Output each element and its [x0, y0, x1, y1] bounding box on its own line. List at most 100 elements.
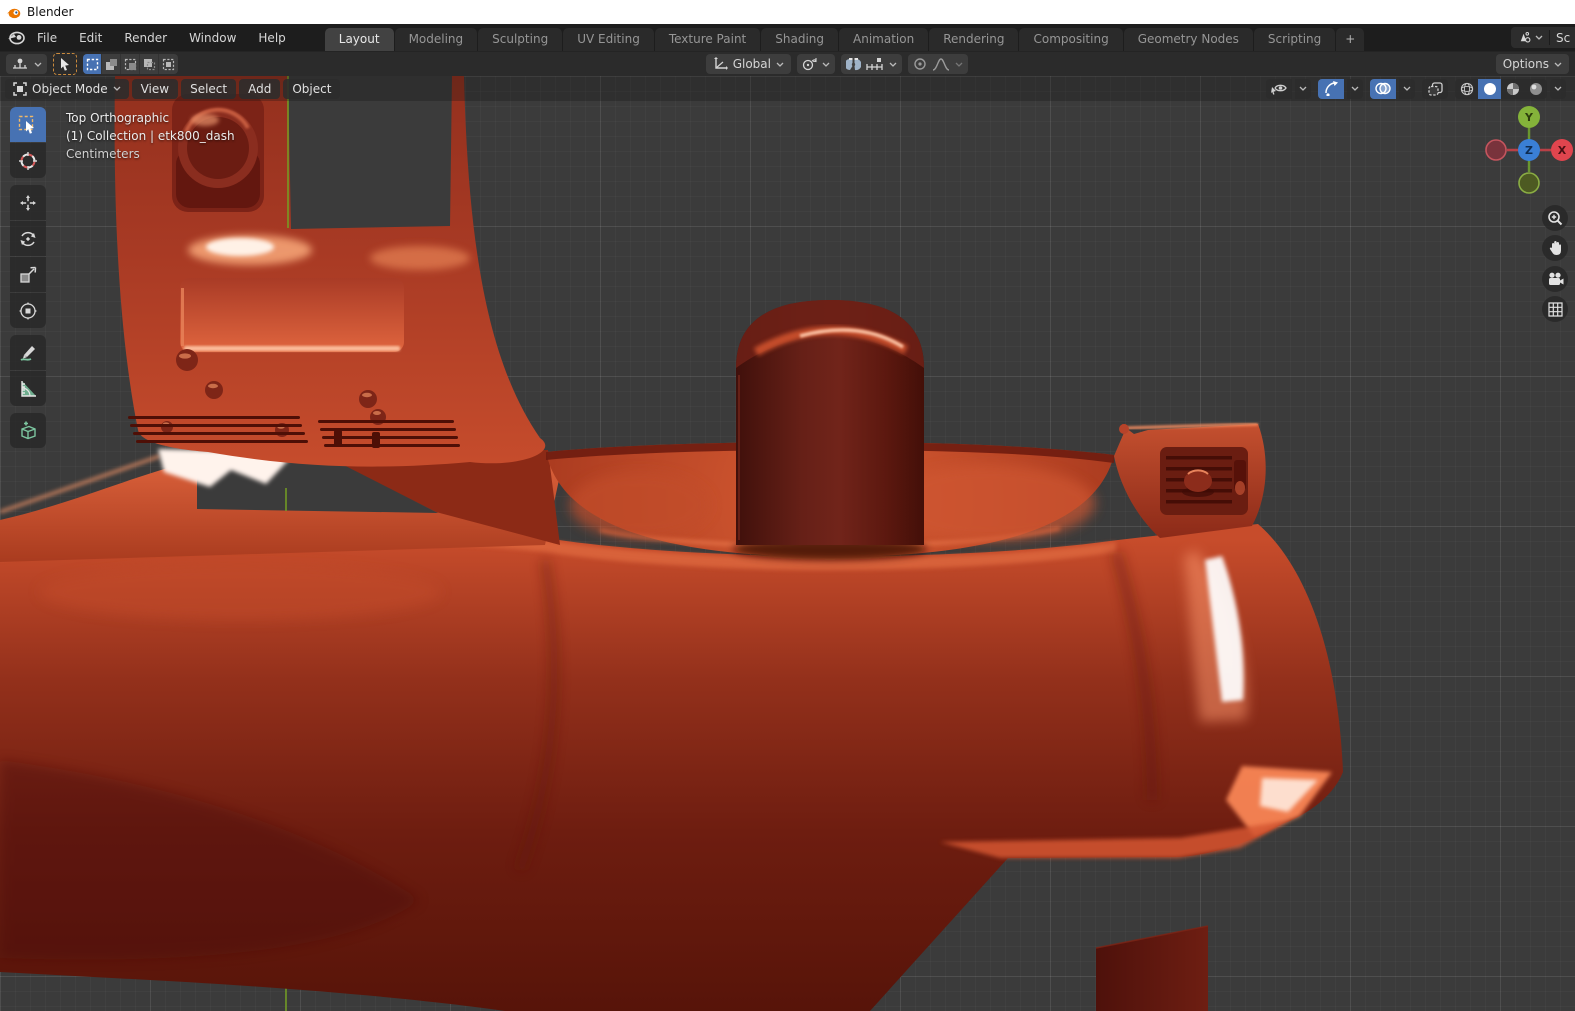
editor-type-selector[interactable]: [6, 54, 47, 74]
active-tool-select-box[interactable]: [53, 53, 77, 75]
scene-selector[interactable]: Sc: [1511, 27, 1575, 48]
viewport-menu-object[interactable]: Object: [283, 78, 341, 99]
gizmo-axis-x-negative[interactable]: [1485, 139, 1507, 161]
shading-material-preview-button[interactable]: [1501, 78, 1524, 99]
rotate-icon: [20, 231, 36, 246]
overlays-dropdown[interactable]: [1399, 78, 1415, 99]
viewport-menu-select[interactable]: Select: [181, 78, 237, 99]
select-mode-group: [83, 54, 178, 74]
tab-animation[interactable]: Animation: [839, 28, 929, 51]
gizmo-icon: [1324, 81, 1338, 96]
gizmo-dropdown[interactable]: [1347, 78, 1363, 99]
tab-shading[interactable]: Shading: [761, 28, 838, 51]
shading-solid-button[interactable]: [1478, 78, 1501, 99]
camera-view-button[interactable]: [1542, 266, 1568, 292]
tool-transform[interactable]: [10, 293, 46, 328]
select-mode-subtract[interactable]: [121, 54, 140, 74]
tab-texture-paint[interactable]: Texture Paint: [654, 28, 761, 51]
menu-help[interactable]: Help: [247, 28, 296, 48]
toggle-orthographic-button[interactable]: [1542, 296, 1568, 322]
viewport-info-overlay: Top Orthographic (1) Collection | etk800…: [66, 109, 235, 163]
magnifier-plus-icon: [1548, 211, 1563, 226]
solid-shading-icon: [1483, 82, 1496, 95]
select-mode-extend[interactable]: [102, 54, 121, 74]
tab-modeling[interactable]: Modeling: [394, 28, 478, 51]
menu-render[interactable]: Render: [113, 28, 178, 48]
tab-uv-editing[interactable]: UV Editing: [563, 28, 654, 51]
tab-layout[interactable]: Layout: [324, 28, 394, 51]
tool-add-cube[interactable]: [10, 413, 46, 448]
tool-move[interactable]: [10, 185, 46, 220]
object-type-visibility-button[interactable]: [1266, 78, 1292, 99]
chevron-down-icon: [955, 62, 963, 67]
snap-increment-icon: [866, 57, 883, 70]
3d-viewport[interactable]: Object Mode View Select Add Object Top O…: [0, 76, 1575, 1011]
menu-window[interactable]: Window: [178, 28, 247, 48]
dashboard-body-mesh[interactable]: [0, 524, 1343, 1011]
chevron-down-icon: [776, 62, 784, 67]
tab-compositing[interactable]: Compositing: [1019, 28, 1123, 51]
select-box-icon: [18, 115, 34, 134]
scene-icon: [1520, 31, 1531, 43]
tab-rendering[interactable]: Rendering: [929, 28, 1019, 51]
tool-rotate[interactable]: [10, 221, 46, 256]
add-workspace-button[interactable]: +: [1336, 28, 1365, 51]
tool-select-box[interactable]: [10, 107, 46, 142]
hand-icon: [1549, 241, 1561, 255]
tool-annotate[interactable]: [10, 335, 46, 370]
material-preview-icon: [1506, 82, 1519, 95]
tab-sculpting[interactable]: Sculpting: [478, 28, 563, 51]
tab-scripting[interactable]: Scripting: [1253, 28, 1336, 51]
options-label: Options: [1502, 57, 1549, 71]
toggle-xray-button[interactable]: [1422, 78, 1448, 99]
snap-magnet-icon: [845, 57, 861, 70]
mode-selector[interactable]: Object Mode: [5, 78, 129, 99]
viewport-menu-view[interactable]: View: [131, 78, 179, 99]
units-text: Centimeters: [66, 147, 140, 161]
gizmo-axis-y-negative[interactable]: [1518, 172, 1540, 194]
select-mode-set[interactable]: [83, 54, 102, 74]
visibility-eye-icon: [1271, 84, 1287, 95]
tool-scale[interactable]: [10, 257, 46, 292]
tab-geometry-nodes[interactable]: Geometry Nodes: [1123, 28, 1253, 51]
proportional-editing-controls[interactable]: [907, 54, 968, 74]
blender-logo-icon: [6, 8, 21, 18]
snapping-controls[interactable]: [840, 54, 902, 74]
shading-rendered-button[interactable]: [1524, 78, 1547, 99]
tool-measure[interactable]: [10, 371, 46, 406]
right-vent[interactable]: [1114, 422, 1266, 538]
navigation-gizmo[interactable]: Y X Z: [1483, 104, 1575, 196]
steering-column-cylinder[interactable]: [733, 300, 927, 560]
select-mode-invert[interactable]: [140, 54, 159, 74]
cursor-3d-icon: [19, 151, 37, 170]
toolbar: [10, 107, 46, 449]
options-dropdown[interactable]: Options: [1495, 54, 1569, 74]
menu-edit[interactable]: Edit: [68, 28, 113, 48]
dashboard-top-surface[interactable]: [0, 449, 560, 562]
transform-orientation-selector[interactable]: Global: [705, 54, 791, 74]
pan-view-button[interactable]: [1542, 235, 1568, 261]
chevron-down-icon: [113, 86, 121, 91]
chevron-down-icon: [889, 62, 897, 67]
tool-cursor[interactable]: [10, 143, 46, 178]
grid-icon: [1547, 301, 1563, 317]
visibility-dropdown[interactable]: [1295, 78, 1311, 99]
viewport-menu-add[interactable]: Add: [239, 78, 281, 99]
menu-file[interactable]: File: [26, 28, 68, 48]
3d-viewport-scene[interactable]: [0, 76, 1575, 1011]
zoom-view-button[interactable]: [1542, 205, 1568, 231]
show-overlays-toggle[interactable]: [1370, 78, 1396, 99]
shading-wireframe-button[interactable]: [1455, 78, 1478, 99]
app-menu-blender-icon[interactable]: [6, 30, 26, 46]
orientation-axes-icon: [713, 57, 728, 70]
detached-quad-mesh[interactable]: [1095, 925, 1209, 1011]
proportional-editing-icon: [914, 58, 926, 70]
orientation-value: Global: [732, 57, 771, 71]
add-cube-icon: [21, 421, 36, 439]
topbar: File Edit Render Window Help Layout Mode…: [0, 24, 1575, 51]
show-gizmo-toggle[interactable]: [1318, 78, 1344, 99]
pivot-point-selector[interactable]: [796, 54, 835, 74]
select-mode-intersect[interactable]: [159, 54, 178, 74]
shading-dropdown[interactable]: [1550, 78, 1566, 99]
titlebar: Blender: [0, 0, 1575, 24]
